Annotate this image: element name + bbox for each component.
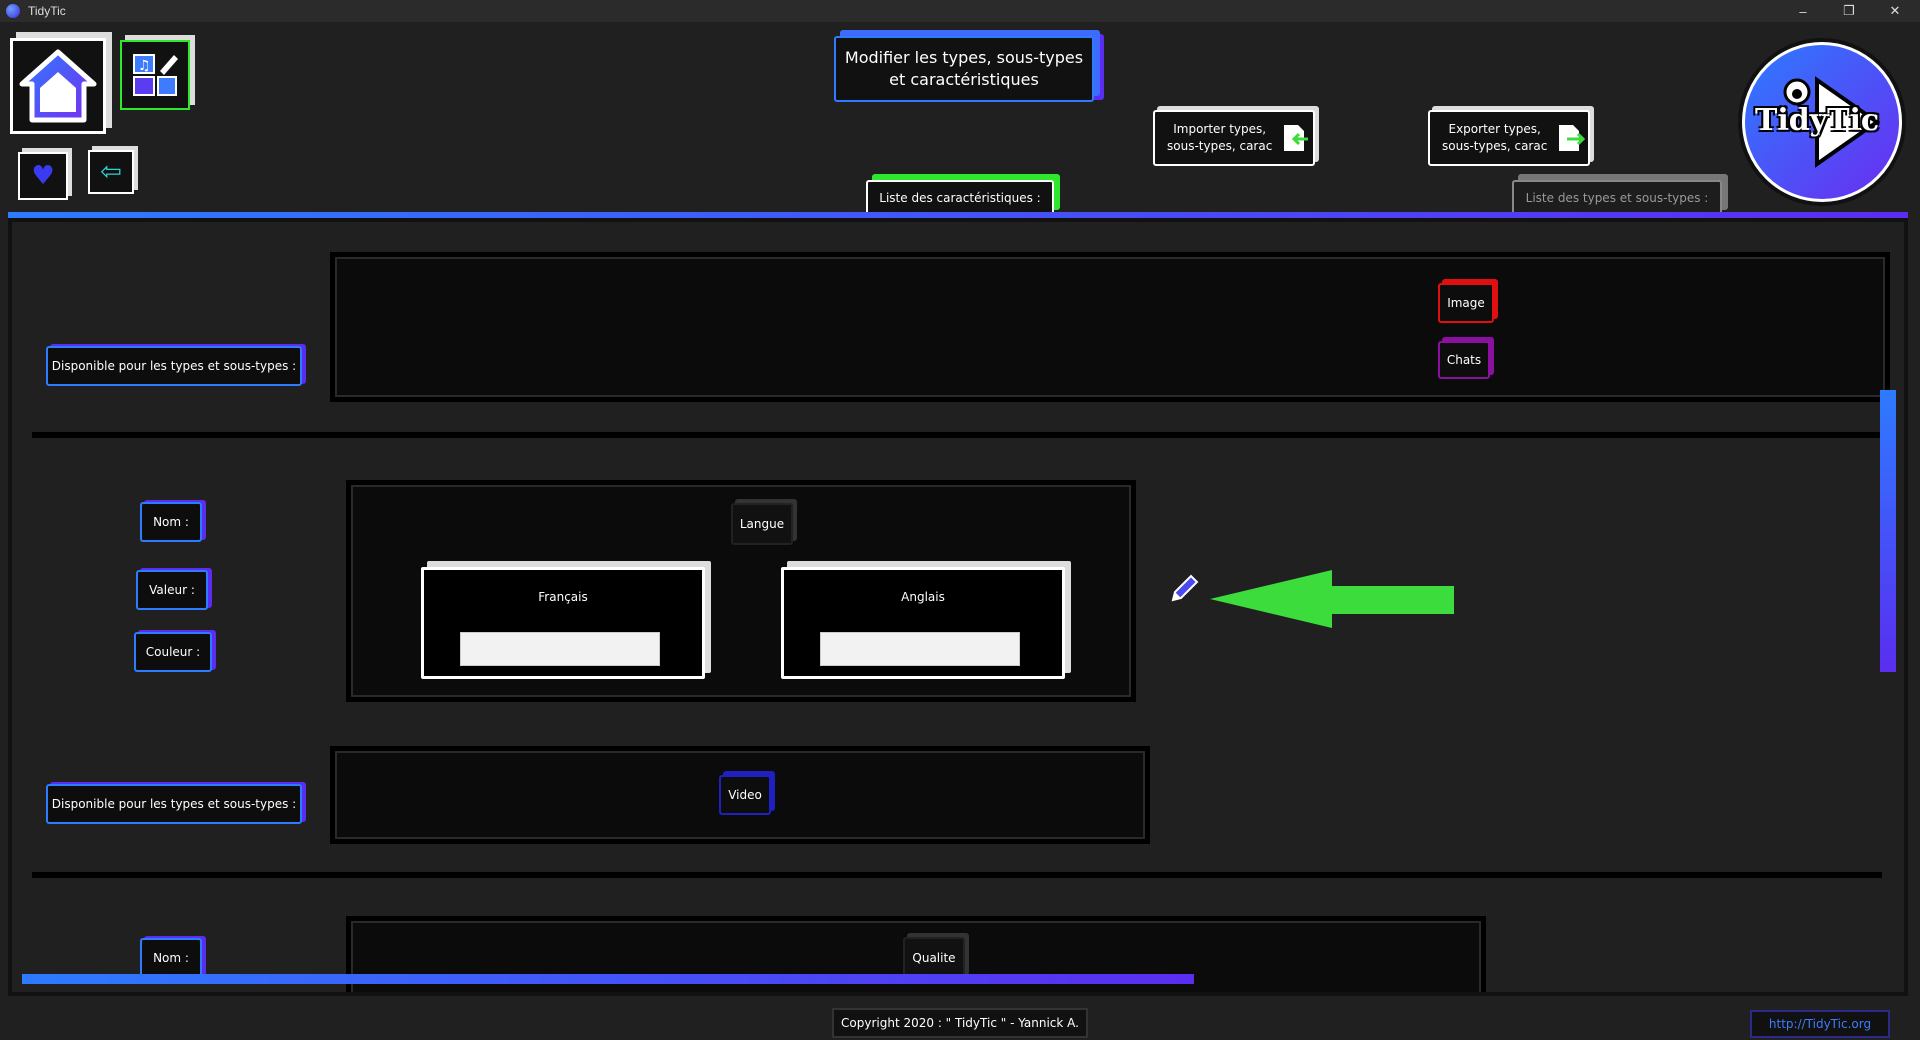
import-button[interactable]: Importer types, sous-types, carac [1153,110,1315,166]
value-title-anglais: Anglais [901,590,945,604]
available-label-2: Disponible pour les types et sous-types … [46,784,302,824]
vertical-scrollbar[interactable] [1880,390,1896,672]
export-label-line1: Exporter types, [1448,122,1541,136]
import-label-line2: sous-types, carac [1167,139,1273,153]
tag-chats[interactable]: Chats [1438,341,1490,379]
value-input-francais[interactable] [460,632,660,666]
horizontal-scrollbar[interactable] [22,974,1194,984]
home-button[interactable] [10,38,106,134]
page-title-line1: Modifier les types, sous-types [844,48,1084,67]
main-content: Disponible pour les types et sous-types … [8,218,1908,996]
media-library-button[interactable]: ♫ [120,40,190,110]
tab-characteristics[interactable]: Liste des caractéristiques : [866,180,1054,216]
value-input-anglais[interactable] [820,632,1020,666]
tidytic-logo: TidyTic [1742,42,1902,202]
color-label: Couleur : [134,632,212,672]
copyright-text: Copyright 2020 : " TidyTic " - Yannick A… [832,1008,1088,1038]
back-button[interactable]: ⇦ [88,150,134,194]
page-title: Modifier les types, sous-types et caract… [834,36,1094,102]
characteristic-panel-langue: Langue Français Anglais [346,480,1136,702]
restore-button[interactable]: ❐ [1826,0,1872,22]
export-icon [1559,125,1586,151]
tag-video[interactable]: Video [719,775,771,815]
value-label: Valeur : [136,570,208,610]
section-separator-2 [32,872,1882,878]
pencil-icon [1171,574,1199,602]
window-titlebar: TidyTic – ❐ ✕ [0,0,1920,22]
available-label-1: Disponible pour les types et sous-types … [46,346,302,386]
section-separator [32,432,1882,438]
export-label: Exporter types, sous-types, carac [1442,121,1547,155]
media-icon: ♫ [133,54,178,96]
logo-text: TidyTic [1755,103,1880,138]
characteristic-panel-qualite: Qualite [346,916,1486,992]
minimize-button[interactable]: – [1780,0,1826,22]
import-icon [1284,125,1309,151]
export-label-line2: sous-types, carac [1442,139,1548,153]
favorites-button[interactable]: ♥ [18,152,68,200]
available-types-panel-2: Video [330,746,1150,844]
import-label: Importer types, sous-types, carac [1167,121,1272,155]
available-types-panel-1: Image Chats [330,252,1890,402]
arrow-left-icon: ⇦ [100,157,122,187]
value-card-francais: Français [421,567,705,679]
edit-button[interactable] [1167,570,1203,606]
value-card-anglais: Anglais [781,567,1065,679]
tab-types[interactable]: Liste des types et sous-types : [1512,180,1722,216]
characteristic-name-langue[interactable]: Langue [731,503,793,545]
name-label-2: Nom : [140,938,202,978]
window-title: TidyTic [28,4,66,18]
svg-text:♫: ♫ [138,58,151,74]
tag-image[interactable]: Image [1438,283,1494,323]
name-label: Nom : [140,502,202,542]
export-button[interactable]: Exporter types, sous-types, carac [1428,110,1590,166]
heart-icon: ♥ [31,161,55,191]
value-title-francais: Français [538,590,588,604]
import-label-line1: Importer types, [1173,122,1267,136]
home-icon [19,49,97,123]
app-icon [6,4,20,18]
page-title-line2: et caractéristiques [889,70,1039,89]
green-arrow-icon [1210,570,1454,628]
characteristic-name-qualite[interactable]: Qualite [903,937,965,979]
close-button[interactable]: ✕ [1872,0,1918,22]
website-link[interactable]: http://TidyTic.org [1750,1010,1890,1038]
